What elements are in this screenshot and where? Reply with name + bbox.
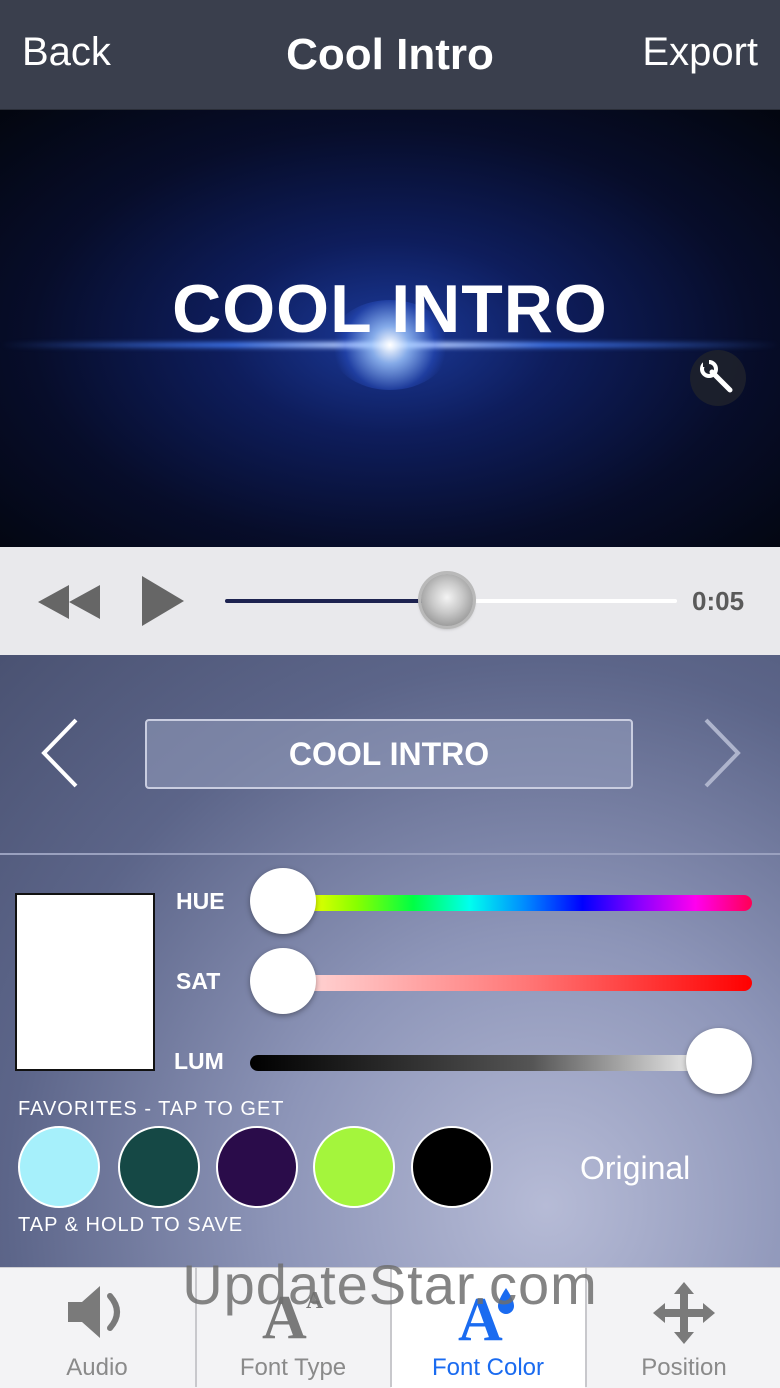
favorite-color-swatch[interactable] <box>313 1126 395 1208</box>
section-divider <box>0 853 780 855</box>
tab-label: Audio <box>66 1354 128 1381</box>
hue-slider-knob[interactable] <box>250 868 316 934</box>
hue-slider-track[interactable] <box>300 895 752 911</box>
lum-slider-track[interactable] <box>250 1055 720 1071</box>
scrubber-handle[interactable] <box>421 574 473 626</box>
original-color-button[interactable]: Original <box>580 1150 690 1187</box>
sat-label: SAT <box>176 968 221 994</box>
rewind-icon[interactable] <box>38 585 100 619</box>
chevron-right-icon[interactable] <box>700 716 744 790</box>
lum-label: LUM <box>174 1048 224 1074</box>
favorite-color-swatch[interactable] <box>216 1126 298 1208</box>
video-preview[interactable]: COOL INTRO <box>0 110 780 547</box>
sat-slider-knob[interactable] <box>250 948 316 1014</box>
chevron-left-icon[interactable] <box>38 716 82 790</box>
scrubber-track-played[interactable] <box>225 599 447 603</box>
lum-slider-knob[interactable] <box>686 1028 752 1094</box>
watermark-text: UpdateStar.com <box>182 1253 598 1316</box>
hue-label: HUE <box>176 888 225 914</box>
scrubber-track[interactable] <box>447 599 677 603</box>
nav-bar: Back Cool Intro Export <box>0 0 780 110</box>
favorites-title: FAVORITES - TAP TO GET <box>18 1098 285 1120</box>
time-readout: 0:05 <box>692 586 745 616</box>
favorite-color-swatch[interactable] <box>411 1126 493 1208</box>
text-input[interactable]: COOL INTRO <box>145 719 633 789</box>
tab-label: Position <box>641 1354 727 1381</box>
export-button[interactable]: Export <box>642 30 758 75</box>
play-icon[interactable] <box>140 576 186 626</box>
text-input-value: COOL INTRO <box>288 736 490 772</box>
favorites-hint: TAP & HOLD TO SAVE <box>18 1214 244 1236</box>
tab-label: Font Type <box>239 1354 347 1381</box>
favorite-color-swatch[interactable] <box>18 1126 100 1208</box>
color-preview-swatch <box>15 893 155 1071</box>
preview-title-text: COOL INTRO <box>172 271 608 347</box>
wrench-icon[interactable] <box>690 350 746 406</box>
tab-label: Font Color <box>431 1354 545 1381</box>
sat-slider-track[interactable] <box>300 975 752 991</box>
favorite-color-swatch[interactable] <box>118 1126 200 1208</box>
